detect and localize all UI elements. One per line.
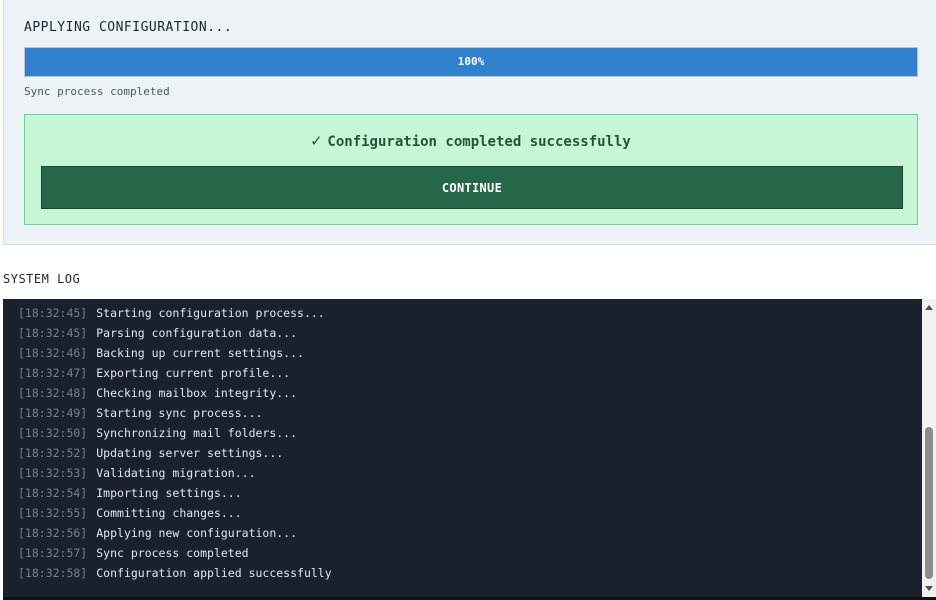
log-timestamp: [18:32:52]: [18, 446, 88, 460]
log-entry: [18:32:47] Exporting current profile...: [18, 363, 332, 383]
log-message: Sync process completed: [96, 546, 249, 560]
success-box: ✓ Configuration completed successfully CO…: [24, 114, 918, 225]
log-message: Updating server settings...: [96, 446, 284, 460]
log-message: Committing changes...: [96, 506, 242, 520]
log-timestamp: [18:32:53]: [18, 466, 88, 480]
system-log-heading: SYSTEM LOG: [3, 272, 81, 286]
log-entry: [18:32:46] Backing up current settings...: [18, 343, 332, 363]
scroll-up-arrow-icon[interactable]: [925, 305, 933, 310]
log-timestamp: [18:32:56]: [18, 526, 88, 540]
checkmark-icon: ✓: [311, 131, 322, 151]
log-entry: [18:32:50] Synchronizing mail folders...: [18, 423, 332, 443]
success-message-text: Configuration completed successfully: [327, 134, 631, 150]
log-timestamp: [18:32:45]: [18, 306, 88, 320]
log-entry: [18:32:45] Parsing configuration data...: [18, 323, 332, 343]
log-entry: [18:32:53] Validating migration...: [18, 463, 332, 483]
log-message: Backing up current settings...: [96, 346, 304, 360]
log-message: Configuration applied successfully: [96, 566, 332, 580]
log-timestamp: [18:32:58]: [18, 566, 88, 580]
progress-label: 100%: [457, 55, 485, 68]
log-message: Applying new configuration...: [96, 526, 298, 540]
status-title: APPLYING CONFIGURATION...: [24, 20, 233, 35]
scroll-down-arrow-icon[interactable]: [925, 586, 933, 591]
log-message: Starting sync process...: [96, 406, 263, 420]
log-entry: [18:32:56] Applying new configuration...: [18, 523, 332, 543]
log-entry: [18:32:49] Starting sync process...: [18, 403, 332, 423]
log-timestamp: [18:32:47]: [18, 366, 88, 380]
log-timestamp: [18:32:49]: [18, 406, 88, 420]
progress-bar: 100%: [24, 47, 918, 77]
log-timestamp: [18:32:48]: [18, 386, 88, 400]
status-panel: APPLYING CONFIGURATION... 100% Sync proc…: [3, 0, 936, 245]
log-message: Parsing configuration data...: [96, 326, 298, 340]
log-entry: [18:32:58] Configuration applied successf…: [18, 563, 332, 583]
log-message: Exporting current profile...: [96, 366, 291, 380]
log-list: [18:32:45] Starting configuration process…: [18, 303, 332, 583]
status-subtext: Sync process completed: [24, 85, 170, 98]
system-log-panel: [18:32:45] Starting configuration process…: [3, 299, 936, 600]
log-timestamp: [18:32:50]: [18, 426, 88, 440]
log-entry: [18:32:54] Importing settings...: [18, 483, 332, 503]
log-timestamp: [18:32:54]: [18, 486, 88, 500]
log-entry: [18:32:48] Checking mailbox integrity...: [18, 383, 332, 403]
log-timestamp: [18:32:46]: [18, 346, 88, 360]
log-timestamp: [18:32:57]: [18, 546, 88, 560]
log-message: Starting configuration process...: [96, 306, 325, 320]
log-entry: [18:32:52] Updating server settings...: [18, 443, 332, 463]
log-entry: [18:32:45] Starting configuration process…: [18, 303, 332, 323]
log-message: Importing settings...: [96, 486, 242, 500]
log-timestamp: [18:32:55]: [18, 506, 88, 520]
log-entry: [18:32:55] Committing changes...: [18, 503, 332, 523]
success-message: ✓ Configuration completed successfully: [25, 131, 917, 151]
log-message: Checking mailbox integrity...: [96, 386, 298, 400]
log-message: Synchronizing mail folders...: [96, 426, 298, 440]
scroll-thumb[interactable]: [925, 427, 933, 579]
continue-button[interactable]: CONTINUE: [41, 166, 903, 209]
log-timestamp: [18:32:45]: [18, 326, 88, 340]
log-message: Validating migration...: [96, 466, 256, 480]
log-entry: [18:32:57] Sync process completed: [18, 543, 332, 563]
log-scrollbar[interactable]: [922, 299, 936, 597]
